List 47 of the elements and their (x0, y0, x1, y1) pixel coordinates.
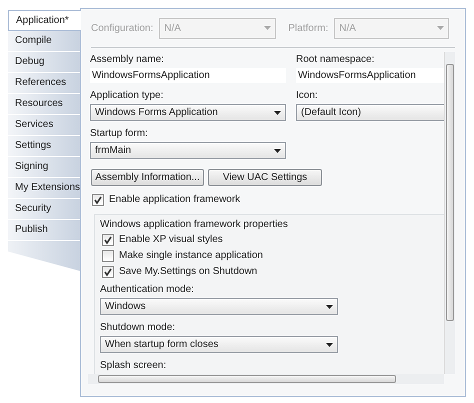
caret-icon (264, 26, 272, 30)
caret-icon (274, 110, 281, 114)
field-label: Shutdown mode: (100, 322, 176, 334)
tab[interactable]: Security (8, 199, 80, 220)
dropdown[interactable]: Windows (100, 298, 338, 315)
tab[interactable]: Resources (8, 94, 80, 115)
tab[interactable]: Debug (8, 52, 80, 73)
button[interactable]: View UAC Settings (208, 169, 322, 186)
checkbox-label: Save My.Settings on Shutdown (119, 266, 258, 277)
vertical-scrollbar[interactable] (444, 52, 455, 374)
checkbox-label: Enable application framework (109, 194, 240, 205)
dropdown[interactable]: When startup form closes (100, 336, 338, 353)
group-title: Windows application framework properties (100, 219, 289, 230)
caret-icon (274, 148, 281, 152)
caret-icon (437, 26, 444, 30)
field-label: Authentication mode: (100, 284, 195, 296)
dropdown[interactable]: Windows Forms Application (90, 104, 286, 121)
field-label: Platform: (288, 22, 328, 34)
dropdown[interactable]: frmMain (90, 142, 286, 159)
field-label: Splash screen: (100, 360, 168, 372)
checkbox[interactable] (102, 266, 114, 278)
button[interactable]: Assembly Information... (91, 169, 204, 186)
field-label: Root namespace: (296, 54, 376, 66)
horizontal-scrollbar[interactable] (88, 374, 444, 384)
caret-icon (326, 304, 333, 308)
field-label: Assembly name: (90, 54, 165, 66)
field-label: Configuration: (91, 22, 154, 34)
tab[interactable]: Publish (8, 220, 80, 241)
checkbox[interactable] (102, 234, 114, 246)
tab[interactable]: Application* (8, 10, 81, 31)
tab[interactable]: Settings (8, 136, 80, 157)
text-field[interactable]: WindowsFormsApplication (296, 68, 444, 83)
tab[interactable]: Services (8, 115, 80, 136)
dropdown[interactable]: (Default Icon) (296, 104, 444, 121)
checkbox[interactable] (102, 250, 114, 262)
checkbox[interactable] (92, 194, 104, 206)
checkbox-label: Make single instance application (119, 250, 263, 261)
tab[interactable]: Signing (8, 157, 80, 178)
checkbox-label: Enable XP visual styles (119, 234, 223, 245)
caret-icon (326, 342, 333, 346)
field-label: Application type: (90, 90, 164, 102)
tab[interactable]: Compile (8, 31, 80, 52)
field-label: Icon: (296, 90, 319, 102)
tab[interactable]: My Extensions (8, 178, 80, 199)
field-label: Startup form: (90, 128, 149, 140)
text-field[interactable]: WindowsFormsApplication (90, 68, 286, 83)
tab[interactable]: References (8, 73, 80, 94)
